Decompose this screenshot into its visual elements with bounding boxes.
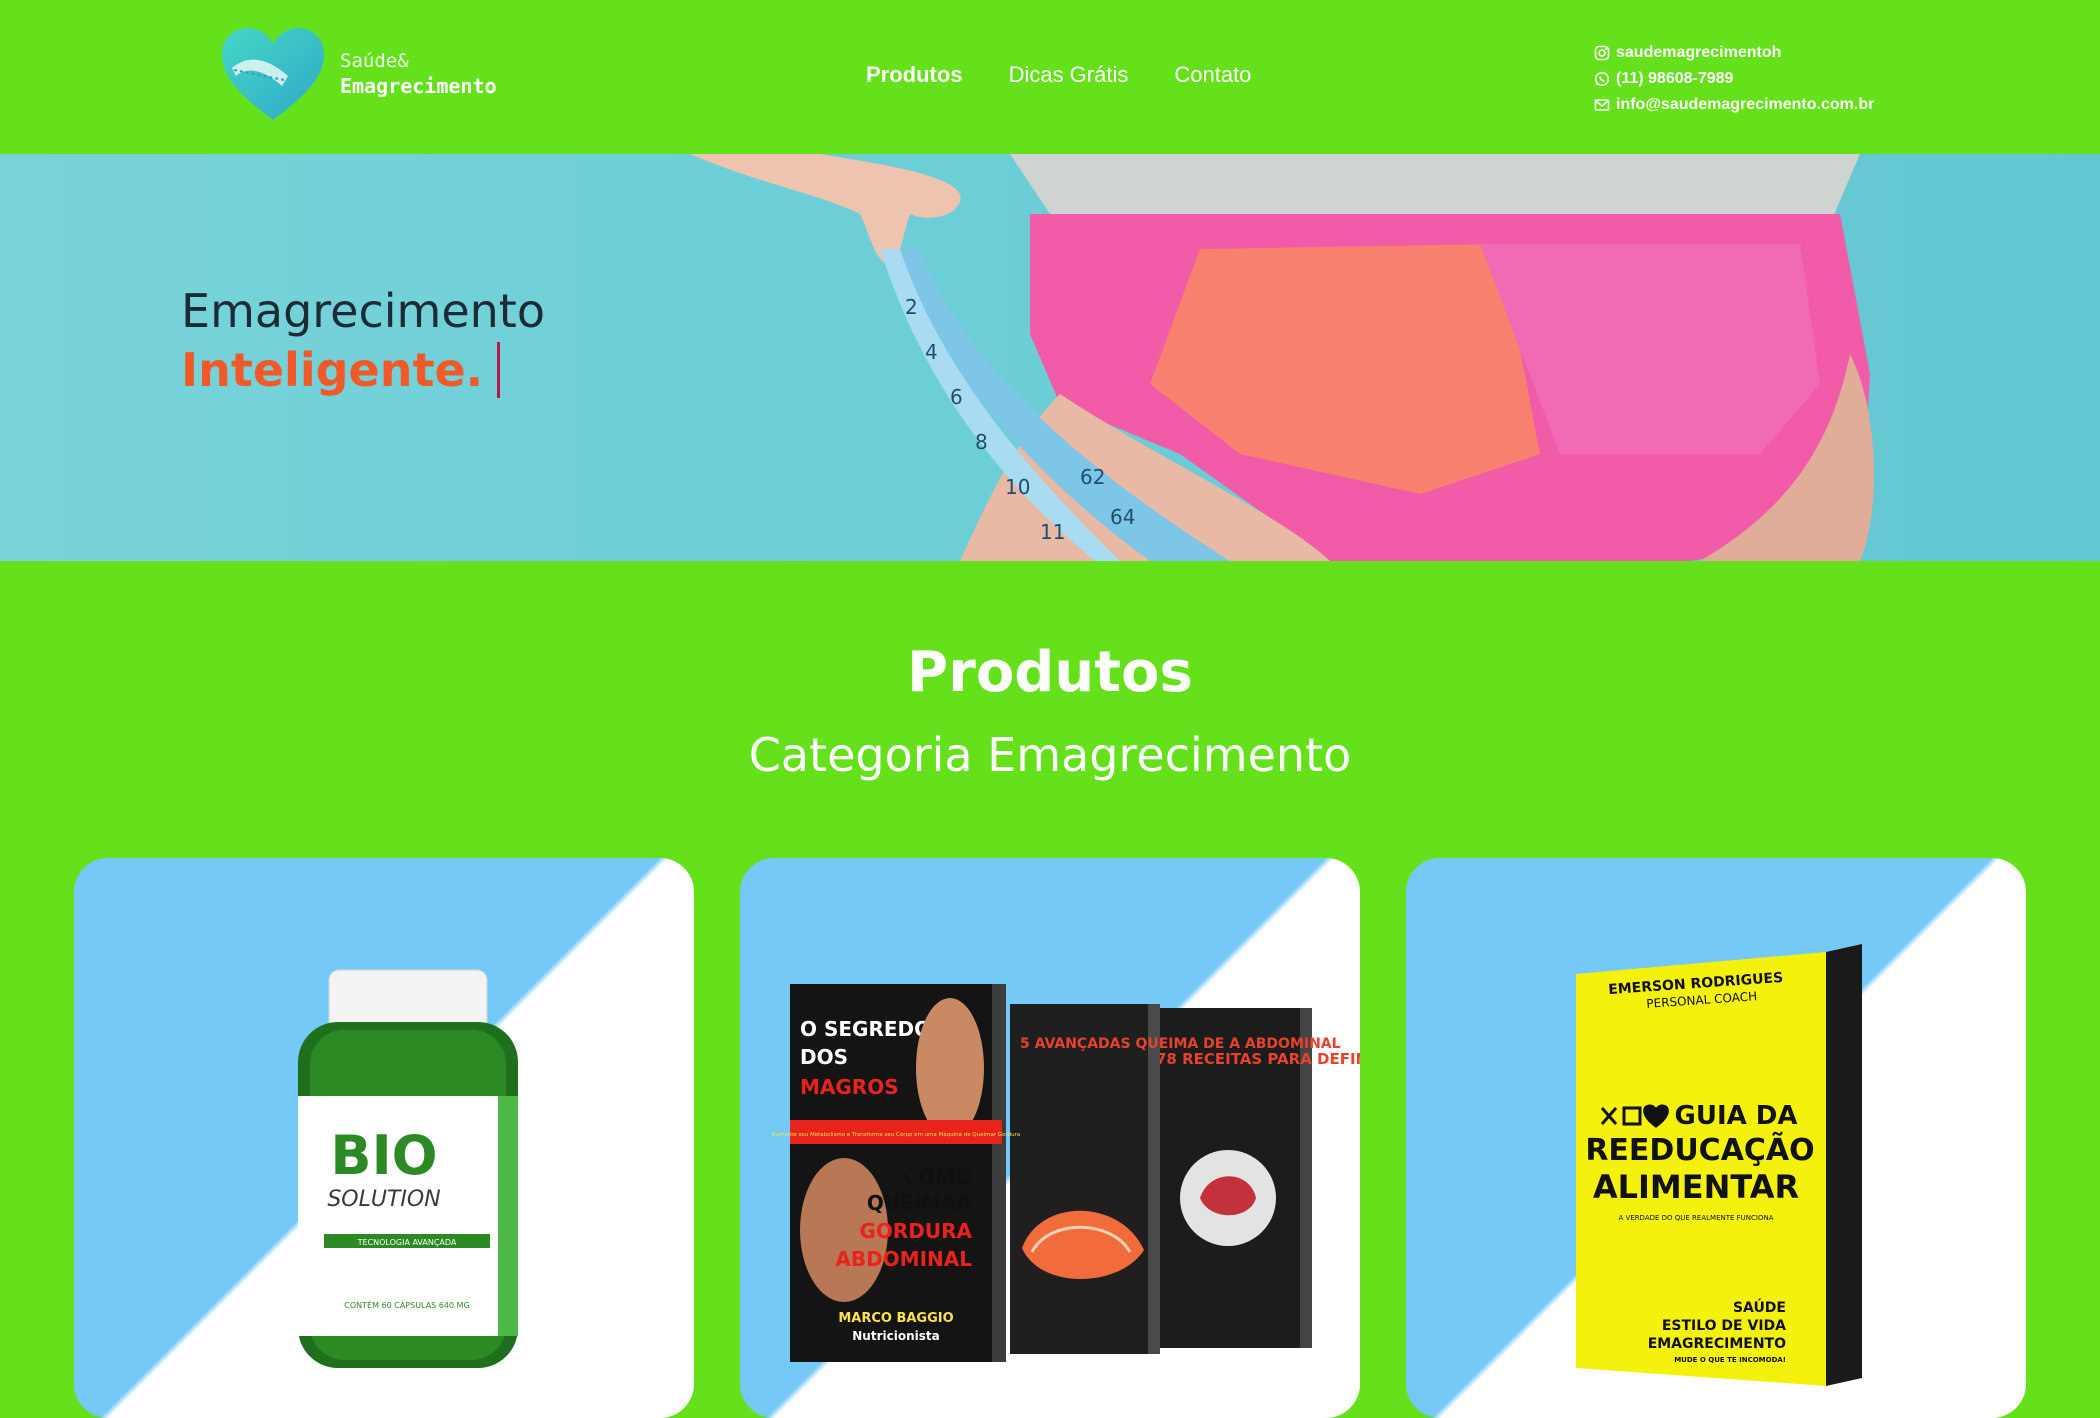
book-footer-3: EMAGRECIMENTO — [1648, 1336, 1786, 1352]
svg-text:62: 62 — [1080, 465, 1105, 489]
ebooks-bundle-image: 78 RECEITAS PARA DEFINIR EU ABDÔMEN 5 AV… — [772, 984, 1360, 1362]
heart-logo-icon — [222, 28, 324, 120]
hero-banner: 246 8 10 11 62 64 Emagrecimento Inteligente… — [0, 154, 2100, 561]
brand-logo[interactable]: Saúde& Emagrecimento — [218, 24, 497, 124]
header-contacts: saudemagrecimentoh (11) 98608-7989 info@… — [1594, 40, 1874, 118]
site-header: Saúde& Emagrecimento Produtos Dicas Grát… — [0, 0, 2100, 154]
book1-role: Nutricionista — [852, 1329, 939, 1343]
nav-produtos[interactable]: Produtos — [866, 62, 963, 88]
main-nav: Produtos Dicas Grátis Contato — [866, 62, 1251, 88]
product-card-guia-reeducacao[interactable]: EMERSON RODRIGUES PERSONAL COACH GUIA DA… — [1406, 858, 2026, 1418]
book1-title-3: MAGROS — [800, 1075, 899, 1099]
book-title-2: REEDUCAÇÃO — [1585, 1131, 1814, 1168]
nav-dicas-gratis[interactable]: Dicas Grátis — [1009, 62, 1129, 88]
book1-banner: Aumente seu Metabolismo e Transforme seu… — [772, 1131, 1021, 1138]
contact-email[interactable]: info@saudemagrecimento.com.br — [1594, 92, 1874, 118]
nav-contato[interactable]: Contato — [1174, 62, 1251, 88]
bottle-contents: CONTÉM 60 CÁPSULAS 640 MG — [344, 1299, 469, 1310]
envelope-icon — [1594, 99, 1610, 111]
typing-cursor — [497, 342, 501, 398]
bottle-tag: TECNOLOGIA AVANÇADA — [357, 1238, 457, 1247]
svg-text:10: 10 — [1005, 475, 1030, 499]
book-title-1: GUIA DA — [1674, 1101, 1797, 1131]
svg-text:2: 2 — [905, 295, 918, 319]
whatsapp-icon — [1594, 71, 1610, 87]
hero-line-1: Emagrecimento — [181, 284, 545, 338]
contact-whatsapp[interactable]: (11) 98608-7989 — [1594, 66, 1874, 92]
book1-sub-3: GORDURA — [859, 1219, 972, 1243]
product-card-ebooks[interactable]: 78 RECEITAS PARA DEFINIR EU ABDÔMEN 5 AV… — [740, 858, 1360, 1418]
book1-sub-2: QUEIMAR — [867, 1191, 972, 1215]
brand-name-bottom: Emagrecimento — [340, 74, 497, 99]
instagram-icon — [1594, 45, 1610, 61]
book1-title-2: DOS — [800, 1045, 848, 1069]
svg-text:8: 8 — [975, 430, 988, 454]
hero-line-2-text: Inteligente. — [181, 343, 484, 397]
book-footer-4: MUDE O QUE TE INCOMODA! — [1674, 1356, 1786, 1364]
book-tagline: A VERDADE DO QUE REALMENTE FUNCIONA — [1618, 1214, 1773, 1222]
book1-sub-1: COMO — [903, 1165, 972, 1189]
products-subtitle: Categoria Emagrecimento — [748, 728, 1352, 782]
book1-author: MARCO BAGGIO — [838, 1311, 953, 1326]
bottle-brand-1: BIO — [330, 1124, 437, 1187]
svg-text:4: 4 — [925, 340, 938, 364]
book-footer-2: ESTILO DE VIDA — [1662, 1318, 1786, 1334]
svg-text:6: 6 — [950, 385, 963, 409]
brand-name-top: Saúde& — [340, 49, 409, 72]
instagram-handle: saudemagrecimentoh — [1616, 44, 1782, 61]
guia-reeducacao-book-image: EMERSON RODRIGUES PERSONAL COACH GUIA DA… — [1576, 944, 1862, 1386]
bio-solution-bottle-image: BIO SOLUTION TECNOLOGIA AVANÇADA CONTÉM … — [298, 969, 518, 1368]
svg-text:64: 64 — [1110, 505, 1135, 529]
book-footer-1: SAÚDE — [1733, 1298, 1786, 1316]
contact-instagram[interactable]: saudemagrecimentoh — [1594, 40, 1874, 66]
svg-text:11: 11 — [1040, 520, 1065, 544]
email-address: info@saudemagrecimento.com.br — [1616, 96, 1875, 113]
hero-line-2: Inteligente. — [181, 342, 545, 398]
book1-sub-4: ABDOMINAL — [835, 1247, 972, 1271]
book-title-3: ALIMENTAR — [1593, 1168, 1799, 1206]
book1-title-1: O SEGREDO — [800, 1017, 931, 1041]
bottle-brand-2: SOLUTION — [327, 1187, 440, 1212]
book2-title: 5 AVANÇADAS QUEIMA DE A ABDOMINAL — [1020, 1036, 1341, 1052]
whatsapp-number: (11) 98608-7989 — [1616, 70, 1734, 87]
product-card-bio-solution[interactable]: BIO SOLUTION TECNOLOGIA AVANÇADA CONTÉM … — [74, 858, 694, 1418]
hero-heading: Emagrecimento Inteligente. — [181, 284, 545, 398]
products-title: Produtos — [907, 640, 1193, 705]
